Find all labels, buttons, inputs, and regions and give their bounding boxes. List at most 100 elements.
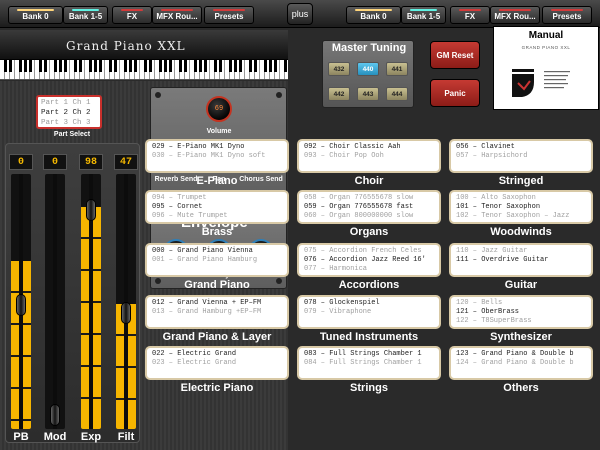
preset-item[interactable]: 102 – Tenor Saxophon – Jazz — [456, 212, 586, 221]
preset-item[interactable]: 096 – Mute Trumpet — [152, 212, 282, 221]
preset-list-grand-piano-layer[interactable]: 012 – Grand Vienna + EP–FM 013 – Grand Ha… — [145, 295, 289, 329]
tab-mfx-routing-right[interactable]: MFX Rou... — [490, 6, 540, 24]
tab-bank-0-left[interactable]: Bank 0 — [8, 6, 63, 24]
part-item[interactable]: Part 3 Ch 3 — [41, 118, 97, 128]
category-label: Stringed — [498, 175, 544, 187]
tab-mfx-routing-left[interactable]: MFX Rou... — [152, 6, 202, 24]
tab-label: FX — [126, 12, 138, 21]
preset-item[interactable]: 122 – T8SuperBrass — [456, 317, 586, 326]
preset-list-grand-piano[interactable]: 000 – Grand Piano Vienna 001 – Grand Pian… — [145, 243, 289, 277]
preset-item[interactable]: 100 – Alto Saxophon — [456, 194, 586, 203]
tab-fx-right[interactable]: FX — [450, 6, 490, 24]
fader-filt[interactable]: 47 — [114, 154, 138, 429]
preset-list-tuned-instruments[interactable]: 078 – Glockenspiel 079 – Vibraphone — [297, 295, 441, 329]
preset-item[interactable]: 120 – Bells — [456, 299, 586, 308]
preset-item[interactable]: 022 – Electric Grand — [152, 350, 282, 359]
tab-fx-left[interactable]: FX — [112, 6, 152, 24]
preset-list-organs[interactable]: 058 – Organ 776555678 slow 059 – Organ 77… — [297, 190, 441, 224]
preset-item[interactable]: 084 – Full Strings Chamber 1 — [304, 359, 434, 368]
preset-item[interactable]: 056 – Clavinet — [456, 143, 586, 152]
gm-reset-button[interactable]: GM Reset — [430, 41, 480, 69]
fader-mod[interactable]: 0 — [43, 154, 67, 429]
tab-bank-0-right[interactable]: Bank 0 — [346, 6, 401, 24]
tuning-button-443[interactable]: 443 — [357, 87, 379, 101]
preset-item[interactable]: 078 – Glockenspiel — [304, 299, 434, 308]
fader-track[interactable] — [11, 174, 31, 429]
preset-item[interactable]: 094 – Trumpet — [152, 194, 282, 203]
preset-item[interactable]: 077 – Harmonica — [304, 265, 434, 274]
preset-item[interactable]: 092 – Choir Classic Aah — [304, 143, 434, 152]
preset-item[interactable]: 121 – OberBrass — [456, 308, 586, 317]
tuning-button-444[interactable]: 444 — [386, 87, 408, 101]
preset-item[interactable]: 111 – Overdrive Guitar — [456, 256, 586, 265]
preset-list-stringed[interactable]: 056 – Clavinet 057 – Harpsichord — [449, 139, 593, 173]
category-label: Strings — [350, 382, 388, 394]
preset-item[interactable]: 057 – Harpsichord — [456, 152, 586, 161]
fader-track[interactable] — [81, 174, 101, 429]
preset-item[interactable]: 000 – Grand Piano Vienna — [152, 247, 282, 256]
tab-bank-1-5-left[interactable]: Bank 1-5 — [63, 6, 108, 24]
fader-handle[interactable] — [121, 302, 131, 324]
keyboard-strip[interactable] — [0, 60, 288, 80]
tuning-button-432[interactable]: 432 — [328, 62, 350, 76]
preset-item[interactable]: 001 – Grand Piano Hamburg — [152, 256, 282, 265]
preset-item[interactable]: 101 – Tenor Saxophon — [456, 203, 586, 212]
tab-presets-left[interactable]: Presets — [204, 6, 254, 24]
plus-button[interactable]: plus — [287, 3, 313, 25]
preset-list-e-piano[interactable]: 029 – E-Piano MK1 Dyno 030 – E-Piano MK1 … — [145, 139, 289, 173]
panic-button[interactable]: Panic — [430, 79, 480, 107]
fader-track[interactable] — [116, 174, 136, 429]
tuning-button-442[interactable]: 442 — [328, 87, 350, 101]
preset-item[interactable]: 023 – Electric Grand — [152, 359, 282, 368]
preset-list-guitar[interactable]: 110 – Jazz Guitar 111 – Overdrive Guitar — [449, 243, 593, 277]
fader-handle[interactable] — [86, 199, 96, 221]
preset-item[interactable]: 110 – Jazz Guitar — [456, 247, 586, 256]
preset-list-electric-piano[interactable]: 022 – Electric Grand 023 – Electric Grand — [145, 346, 289, 380]
tab-label: Bank 1-5 — [68, 12, 103, 21]
part-item[interactable]: Part 1 Ch 1 — [41, 98, 97, 108]
preset-list-woodwinds[interactable]: 100 – Alto Saxophon 101 – Tenor Saxophon 1… — [449, 190, 593, 224]
preset-list-accordions[interactable]: 075 – Accordion French Celes 076 – Accord… — [297, 243, 441, 277]
preset-list-synthesizer[interactable]: 120 – Bells 121 – OberBrass 122 – T8SuperB… — [449, 295, 593, 329]
preset-item[interactable]: 076 – Accordion Jazz Reed 16' — [304, 256, 434, 265]
preset-item[interactable]: 059 – Organ 776555678 fast — [304, 203, 434, 212]
tab-bank-1-5-right[interactable]: Bank 1-5 — [401, 6, 446, 24]
volume-knob[interactable]: 69 — [206, 96, 232, 122]
preset-item[interactable]: 083 – Full Strings Chamber 1 — [304, 350, 434, 359]
preset-item[interactable]: 093 – Choir Pop Ooh — [304, 152, 434, 161]
fader-handle[interactable] — [50, 404, 60, 426]
tab-label: Bank 0 — [360, 12, 387, 21]
fader-handle[interactable] — [16, 294, 26, 316]
part-select-label: Part Select — [53, 131, 91, 138]
preset-item[interactable]: 095 – Cornet — [152, 203, 282, 212]
preset-item[interactable]: 123 – Grand Piano & Double b — [456, 350, 586, 359]
fader-pb[interactable]: 0 — [9, 154, 33, 429]
preset-item[interactable]: 079 – Vibraphone — [304, 308, 434, 317]
tuning-button-441[interactable]: 441 — [386, 62, 408, 76]
preset-item[interactable]: 030 – E-Piano MK1 Dyno soft — [152, 152, 282, 161]
preset-list-choir[interactable]: 092 – Choir Classic Aah 093 – Choir Pop O… — [297, 139, 441, 173]
preset-item[interactable]: 124 – Grand Piano & Double b — [456, 359, 586, 368]
preset-list-brass[interactable]: 094 – Trumpet 095 – Cornet 096 – Mute Trum… — [145, 190, 289, 224]
fader-label: PB — [13, 431, 29, 443]
preset-item[interactable]: 058 – Organ 776555678 slow — [304, 194, 434, 203]
preset-item[interactable]: 012 – Grand Vienna + EP–FM — [152, 299, 282, 308]
fader-exp[interactable]: 98 — [79, 154, 103, 429]
preset-item[interactable]: 029 – E-Piano MK1 Dyno — [152, 143, 282, 152]
tuning-button-440[interactable]: 440 — [357, 62, 379, 76]
knob-value: 69 — [214, 105, 224, 113]
master-tuning-title: Master Tuning — [331, 42, 407, 54]
preset-item[interactable]: 075 – Accordion French Celes — [304, 247, 434, 256]
manual-thumbnail-icon — [512, 69, 570, 97]
preset-item[interactable]: 013 – Grand Hamburg +EP–FM — [152, 308, 282, 317]
preset-item[interactable]: 060 – Organ 800000000 slow — [304, 212, 434, 221]
preset-list-strings[interactable]: 083 – Full Strings Chamber 1 084 – Full S… — [297, 346, 441, 380]
part-select-list[interactable]: Part 1 Ch 1 Part 2 Ch 2 Part 3 Ch 3 — [36, 95, 102, 129]
category-label: Synthesizer — [490, 331, 552, 343]
fader-track[interactable] — [45, 174, 65, 429]
tab-presets-right[interactable]: Presets — [542, 6, 592, 24]
part-item-selected[interactable]: Part 2 Ch 2 — [41, 108, 97, 118]
manual-panel[interactable]: Manual GRAND PIANO XXL — [493, 26, 599, 110]
preset-list-others[interactable]: 123 – Grand Piano & Double b 124 – Grand … — [449, 346, 593, 380]
tab-label: Bank 0 — [22, 12, 49, 21]
